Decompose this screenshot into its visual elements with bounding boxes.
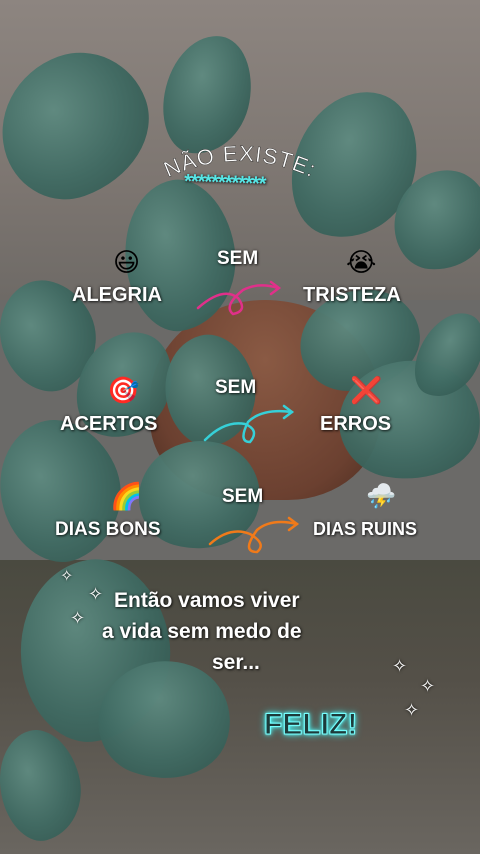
squiggle-arrow-icon bbox=[203, 404, 295, 444]
squiggle-arrow-icon bbox=[208, 516, 300, 554]
message-line-3: ser... bbox=[212, 651, 260, 674]
message-line-2: a vida sem medo de bbox=[102, 620, 302, 643]
sparkle-icon: ✧ bbox=[60, 566, 74, 585]
storm-cloud-icon: ⛈️ bbox=[366, 482, 396, 510]
message-line-1: Então vamos viver bbox=[114, 589, 300, 612]
sparkle-icon: ✧ bbox=[88, 584, 104, 605]
right-label-dias-ruins: DIAS RUINS bbox=[313, 519, 418, 539]
crying-face-icon: 😭 bbox=[346, 248, 377, 278]
target-icon: 🎯 bbox=[107, 376, 140, 406]
sparkle-icon: ✧ bbox=[70, 608, 86, 629]
squiggle-arrow-icon bbox=[196, 280, 282, 316]
title-stars: ************ bbox=[183, 170, 266, 196]
sparkle-icon: ✧ bbox=[420, 676, 436, 697]
left-label-alegria: ALEGRIA bbox=[72, 284, 162, 306]
left-label-dias-bons: DIAS BONS bbox=[55, 519, 161, 540]
sem-label: SEM bbox=[215, 377, 257, 398]
sem-label: SEM bbox=[217, 248, 259, 269]
smiley-icon: 😃 bbox=[113, 248, 141, 278]
rainbow-icon: 🌈 bbox=[110, 482, 143, 512]
sparkle-icon: ✧ bbox=[392, 656, 408, 677]
feliz-label: FELIZ! bbox=[263, 708, 358, 742]
right-label-tristeza: TRISTEZA bbox=[303, 284, 401, 306]
cross-mark-icon: ❌ bbox=[350, 376, 383, 406]
left-label-acertos: ACERTOS bbox=[60, 413, 158, 435]
sparkle-icon: ✧ bbox=[404, 700, 420, 721]
right-label-erros: ERROS bbox=[320, 413, 392, 435]
sem-label: SEM bbox=[222, 486, 264, 507]
